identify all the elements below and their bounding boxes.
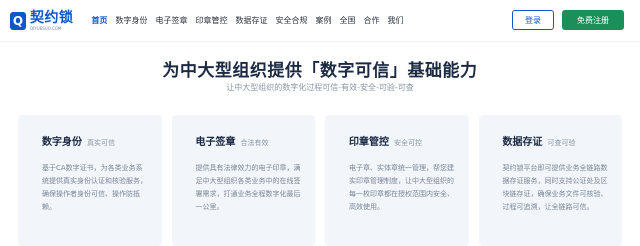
menu-item-home[interactable]: 首页 bbox=[88, 15, 112, 26]
card-header: 数字身份 真实可信 bbox=[42, 133, 148, 148]
menu-item-cases[interactable]: 案例 bbox=[312, 15, 336, 26]
feature-card-data-evidence[interactable]: 数据存证 可查可验 契约锁平台即可提供业务全链路数据存证服务，同时支持公证处及区… bbox=[478, 115, 622, 246]
card-title: 电子签章 bbox=[195, 137, 236, 148]
card-tag: 安全可控 bbox=[394, 139, 422, 147]
feature-cards: 数字身份 真实可信 基于CA数字证书，为各类业务系统提供真实身份认证和核验服务，… bbox=[18, 115, 622, 246]
card-description: 电子章、实体章统一管理，帮您建实印章管理制度，让中大型组织的每一枚印章都在授权范… bbox=[349, 164, 454, 211]
menu-item-digital-identity[interactable]: 数字身份 bbox=[112, 15, 152, 26]
menu-item-data-evidence[interactable]: 数据存证 bbox=[232, 15, 272, 26]
feature-card-digital-identity[interactable]: 数字身份 真实可信 基于CA数字证书，为各类业务系统提供真实身份认证和核验服务，… bbox=[18, 115, 162, 246]
card-description: 提供具有法律效力的电子印章，满足中大型组织各类业务中的在线签署需求，打通业务全程… bbox=[195, 164, 301, 211]
card-header: 电子签章 合法有效 bbox=[196, 133, 302, 148]
card-header: 数据存证 可查可验 bbox=[503, 133, 609, 148]
card-description: 基于CA数字证书，为各类业务系统提供真实身份认证和核验服务，确保操作者身份可信、… bbox=[42, 164, 147, 211]
card-title: 数据存证 bbox=[502, 137, 543, 148]
feature-card-seal-control[interactable]: 印章管控 安全可控 电子章、实体章统一管理，帮您建实印章管理制度，让中大型组织的… bbox=[325, 115, 469, 246]
brand-logo[interactable]: Q 契约锁 QIYUESUO.COM bbox=[10, 11, 74, 31]
nav-actions: 登录 免费注册 bbox=[512, 10, 624, 30]
hero-title: 为中大型组织提供「数字可信」基础能力 bbox=[162, 61, 478, 81]
menu-item-e-signature[interactable]: 电子签章 bbox=[152, 15, 192, 26]
card-header: 印章管控 安全可控 bbox=[349, 133, 455, 148]
menu-item-about[interactable]: 我们 bbox=[384, 15, 408, 26]
card-tag: 真实可信 bbox=[87, 139, 115, 147]
card-description: 契约锁平台即可提供业务全链路数据存证服务，同时支持公证处及区块链存证，确保业务文… bbox=[502, 164, 608, 211]
logo-icon: Q bbox=[10, 11, 26, 30]
hero-subtitle: 让中大型组织的数字化过程可信-有效-安全-可验-可查 bbox=[226, 83, 414, 92]
login-button[interactable]: 登录 bbox=[512, 10, 554, 30]
feature-card-e-signature[interactable]: 电子签章 合法有效 提供具有法律效力的电子印章，满足中大型组织各类业务中的在线签… bbox=[171, 115, 315, 246]
logo-text: 契约锁 QIYUESUO.COM bbox=[30, 11, 74, 31]
card-tag: 可查可验 bbox=[547, 139, 576, 147]
top-navigation: Q 契约锁 QIYUESUO.COM 首页 数字身份 电子签章 印章管控 数据存… bbox=[0, 0, 640, 42]
main-menu: 首页 数字身份 电子签章 印章管控 数据存证 安全合规 案例 全国 合作 我们 bbox=[88, 15, 408, 26]
brand-name: 契约锁 bbox=[30, 9, 74, 26]
card-tag: 合法有效 bbox=[240, 139, 269, 147]
register-button[interactable]: 免费注册 bbox=[562, 10, 624, 30]
card-title: 数字身份 bbox=[42, 137, 82, 148]
menu-item-partners[interactable]: 合作 bbox=[360, 15, 384, 26]
menu-item-compliance[interactable]: 安全合规 bbox=[272, 15, 312, 26]
brand-subtitle: QIYUESUO.COM bbox=[30, 25, 62, 31]
menu-item-nationwide[interactable]: 全国 bbox=[336, 15, 360, 26]
menu-item-seal-control[interactable]: 印章管控 bbox=[192, 15, 232, 26]
card-title: 印章管控 bbox=[349, 137, 389, 148]
